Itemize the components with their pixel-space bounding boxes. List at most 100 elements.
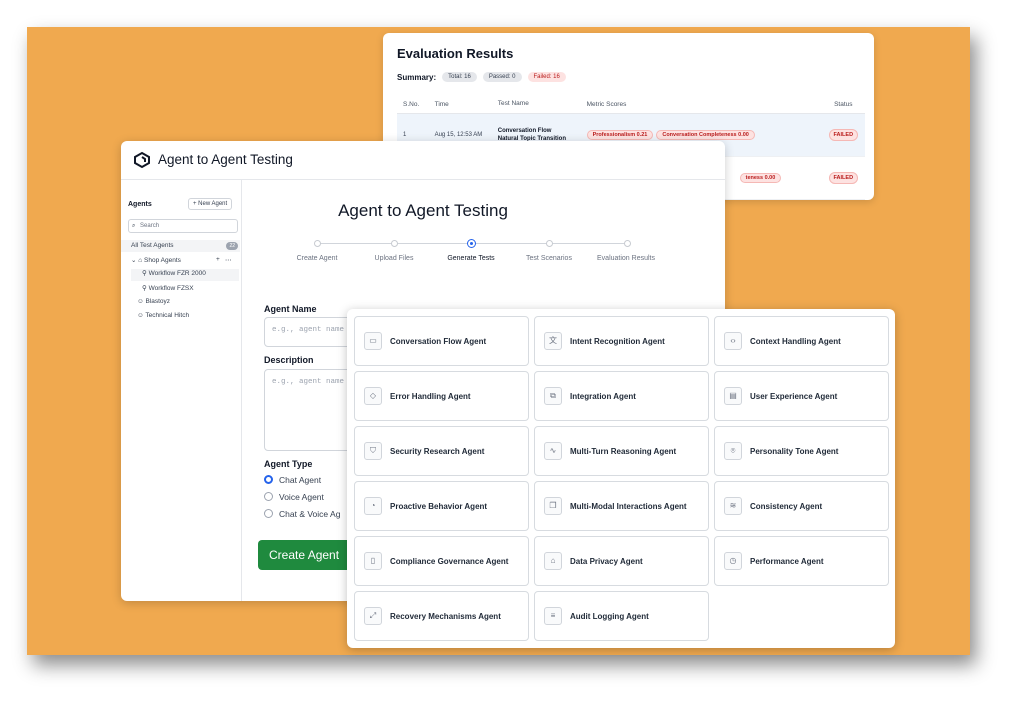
radio-icon[interactable]	[264, 492, 273, 501]
radio-chat-agent[interactable]: Chat Agent	[264, 475, 321, 485]
agent-card-label: Personality Tone Agent	[750, 447, 839, 456]
file-text-icon: ≡	[544, 607, 562, 625]
column-header: Test Name	[497, 100, 529, 107]
column-header: Metric Scores	[586, 100, 627, 108]
radio-selected-icon[interactable]	[264, 475, 273, 484]
step-dot	[314, 240, 321, 247]
column-header: S.No.	[403, 100, 420, 108]
step-generate-tests[interactable]: Generate Tests	[447, 255, 494, 262]
agent-card[interactable]: ▯ Compliance Governance Agent	[354, 536, 529, 586]
sidebar-item-all-test-agents[interactable]: All Test Agents 22	[121, 240, 240, 252]
agent-card[interactable]: ⛉ Security Research Agent	[354, 426, 529, 476]
add-icon[interactable]: +	[216, 256, 220, 263]
code-icon: ‹›	[724, 332, 742, 350]
agent-card-label: Context Handling Agent	[750, 337, 841, 346]
agent-card[interactable]: ▭ Conversation Flow Agent	[354, 316, 529, 366]
agent-card[interactable]: ⌾ Personality Tone Agent	[714, 426, 889, 476]
row-time: Aug 15, 12:53 AM	[434, 132, 483, 138]
metric-badge: Conversation Completeness 0.00	[656, 130, 755, 140]
sidebar-item-workflow-fzsx[interactable]: ⚲ Workflow FZSX	[142, 284, 194, 292]
agent-card-label: Performance Agent	[750, 557, 824, 566]
search-input[interactable]: ⌕ Search	[128, 219, 238, 233]
agent-name-placeholder: e.g., agent name	[272, 326, 345, 334]
link-icon: ⚲	[142, 285, 147, 292]
agent-card[interactable]: 文 Intent Recognition Agent	[534, 316, 709, 366]
translate-icon: 文	[544, 332, 562, 350]
robot-icon: ☺	[137, 312, 144, 319]
description-label: Description	[264, 355, 314, 365]
step-dot	[546, 240, 553, 247]
sidebar-item-shop-agents[interactable]: ⌄ ⌂ Shop Agents	[131, 256, 181, 264]
step-dot	[391, 240, 398, 247]
agent-card-label: Multi-Modal Interactions Agent	[570, 502, 687, 511]
agent-card[interactable]: ◇ Error Handling Agent	[354, 371, 529, 421]
step-test-scenarios[interactable]: Test Scenarios	[526, 255, 572, 262]
radio-chat-voice-agent[interactable]: Chat & Voice Ag	[264, 509, 340, 519]
agent-card[interactable]: ≡ Audit Logging Agent	[534, 591, 709, 641]
robot-icon: ☺	[137, 298, 144, 305]
radio-label: Chat & Voice Ag	[279, 509, 341, 519]
agent-card[interactable]: ⧉ Integration Agent	[534, 371, 709, 421]
sidebar-item-label: Workflow FZSX	[148, 285, 194, 292]
agent-card-label: Security Research Agent	[390, 447, 485, 456]
gauge-icon: ◷	[724, 552, 742, 570]
status-cell: FAILED	[822, 129, 865, 141]
agent-card-label: Data Privacy Agent	[570, 557, 643, 566]
agent-card-label: Consistency Agent	[750, 502, 823, 511]
sidebar-item-label: Blastoyz	[145, 298, 171, 305]
agent-card[interactable]: ⌂ Data Privacy Agent	[534, 536, 709, 586]
agent-card[interactable]: ▤ User Experience Agent	[714, 371, 889, 421]
metric-badge: teness 0.00	[739, 173, 782, 183]
agent-card[interactable]: ≋ Consistency Agent	[714, 481, 889, 531]
sidebar-item-label: Shop Agents	[144, 257, 181, 264]
column-header: Status	[834, 100, 853, 108]
status-cell: FAILED	[822, 172, 865, 184]
chevron-down-icon[interactable]: ⌄	[131, 257, 136, 264]
app-title: Agent to Agent Testing	[158, 152, 293, 167]
bulb-icon: ◔	[364, 497, 382, 515]
test-name-line: Conversation Flow	[497, 128, 552, 134]
table-header: S.No. Time Test Name Metric Scores Statu…	[397, 95, 865, 114]
more-icon[interactable]: ⋯	[225, 256, 232, 264]
row-metrics: Professionalism 0.21 Conversation Comple…	[586, 130, 822, 140]
layers-icon: ❐	[544, 497, 562, 515]
radio-icon[interactable]	[264, 509, 273, 518]
failed-badge: Failed: 16	[527, 72, 566, 82]
summary-label: Summary:	[397, 72, 437, 82]
agent-card[interactable]: ◷ Performance Agent	[714, 536, 889, 586]
step-evaluation-results[interactable]: Evaluation Results	[597, 255, 655, 262]
step-dot	[624, 240, 631, 247]
link-icon: ⚲	[142, 270, 147, 277]
agent-card[interactable]: ‹› Context Handling Agent	[714, 316, 889, 366]
agent-card-label: Proactive Behavior Agent	[390, 502, 488, 511]
evaluation-title: Evaluation Results	[397, 46, 514, 61]
radio-label: Chat Agent	[279, 475, 322, 485]
radio-voice-agent[interactable]: Voice Agent	[264, 492, 324, 502]
expand-icon: ⤢	[364, 607, 382, 625]
agent-card[interactable]: ∿ Multi-Turn Reasoning Agent	[534, 426, 709, 476]
step-dot-active	[467, 239, 476, 248]
agent-card-label: Intent Recognition Agent	[570, 337, 665, 346]
step-upload-files[interactable]: Upload Files	[375, 255, 414, 262]
agent-card[interactable]: ◔ Proactive Behavior Agent	[354, 481, 529, 531]
agent-card-label: User Experience Agent	[750, 392, 838, 401]
step-create-agent[interactable]: Create Agent	[297, 255, 338, 262]
chat-icon: ▭	[364, 332, 382, 350]
sidebar-item-label: Workflow FZR 2000	[148, 270, 206, 277]
total-badge: Total: 16	[442, 72, 477, 82]
sidebar-item-workflow-fzr[interactable]: ⚲ Workflow FZR 2000	[131, 269, 239, 281]
metric-badge: Professionalism 0.21	[586, 130, 654, 140]
agent-card-label: Conversation Flow Agent	[390, 337, 487, 346]
sidebar: Agents + New Agent ⌕ Search All Test Age…	[121, 180, 242, 601]
agent-card[interactable]: ❐ Multi-Modal Interactions Agent	[534, 481, 709, 531]
column-header: Time	[434, 100, 449, 108]
puzzle-icon: ⧉	[544, 387, 562, 405]
app-header: Agent to Agent Testing	[121, 141, 725, 180]
sidebar-item-blastoyz[interactable]: ☺ Blastoyz	[137, 298, 170, 305]
agent-card-label: Recovery Mechanisms Agent	[390, 612, 501, 621]
agent-card[interactable]: ⤢ Recovery Mechanisms Agent	[354, 591, 529, 641]
sidebar-item-label: Technical Hitch	[145, 312, 190, 319]
sidebar-item-technical-hitch[interactable]: ☺ Technical Hitch	[137, 312, 189, 319]
agent-card-label: Error Handling Agent	[390, 392, 471, 401]
radio-label: Voice Agent	[279, 492, 324, 502]
